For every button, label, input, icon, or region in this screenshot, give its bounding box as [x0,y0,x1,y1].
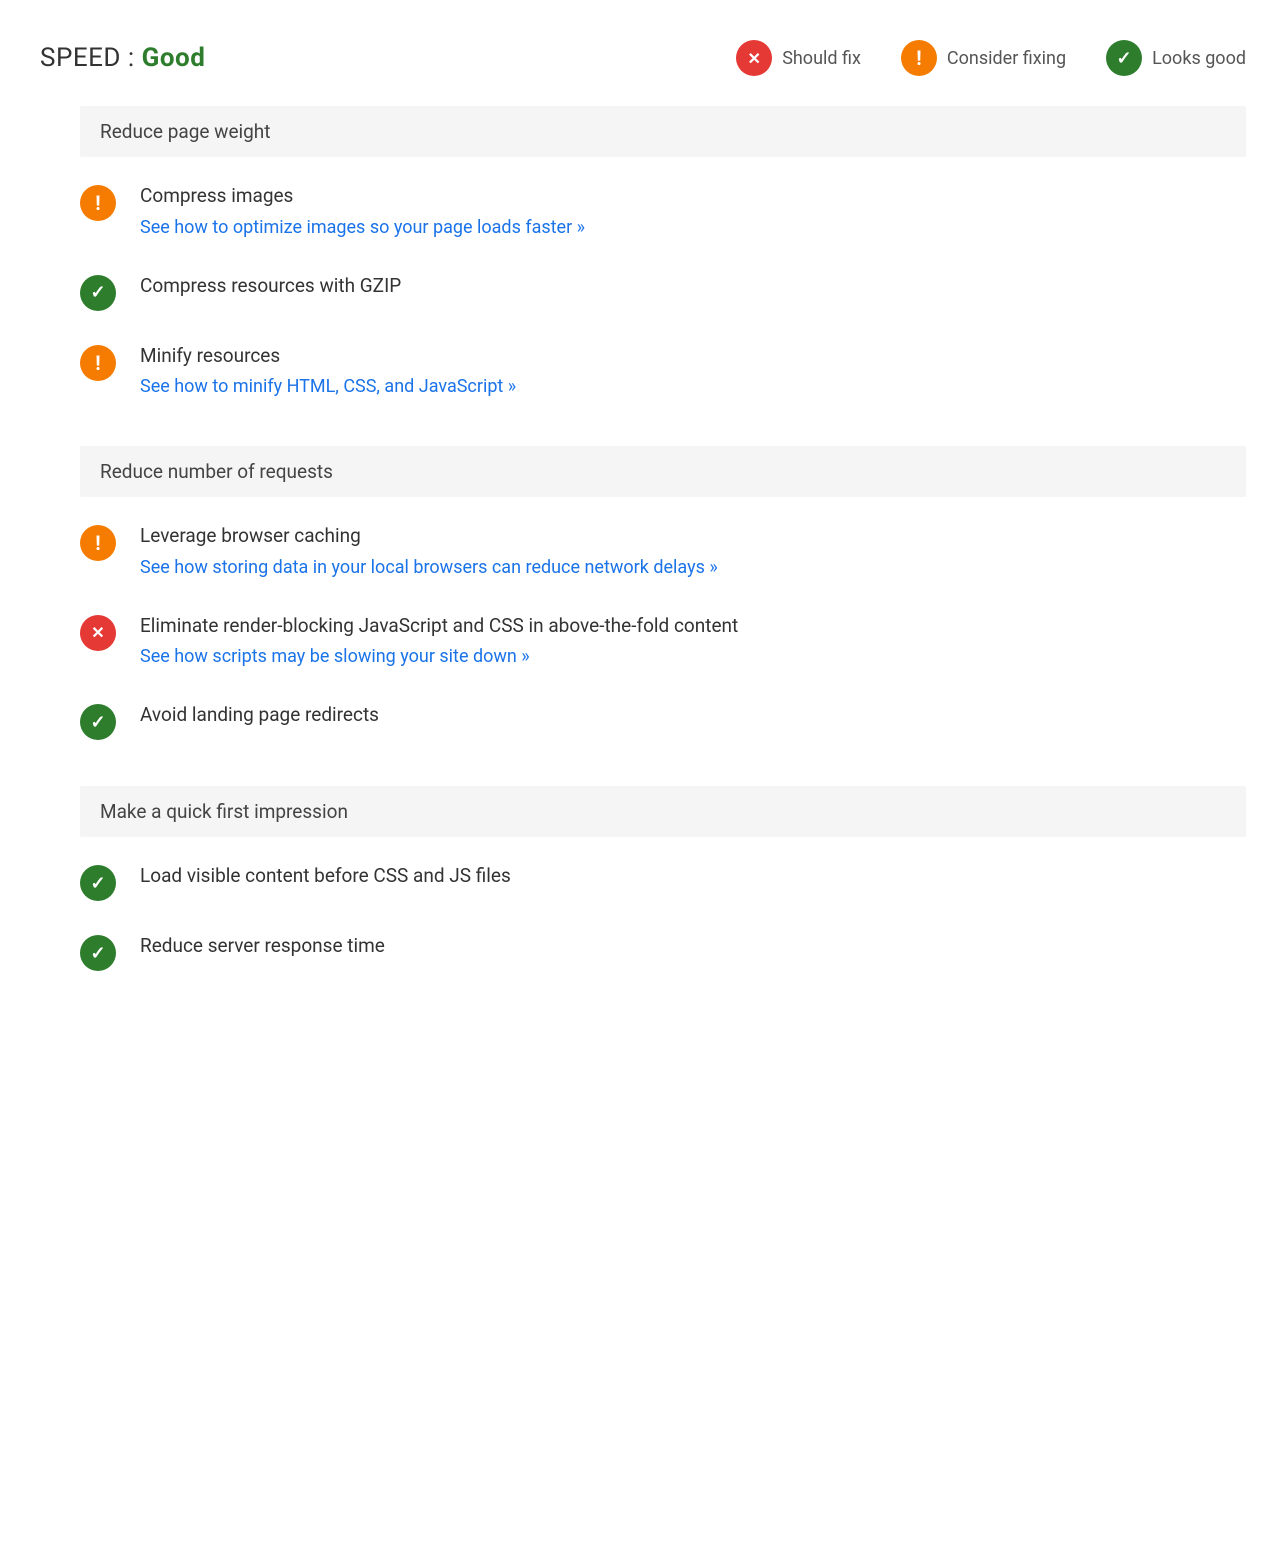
compress-gzip-content: Compress resources with GZIP [140,273,1246,304]
header: SPEED : Good Should fix Consider fixing … [40,20,1246,106]
looks-good-label: Looks good [1152,48,1246,69]
avoid-redirects-title: Avoid landing page redirects [140,702,1246,729]
eliminate-render-blocking-content: Eliminate render-blocking JavaScript and… [140,613,1246,671]
list-item: Minify resources See how to minify HTML,… [80,327,1246,417]
minify-resources-content: Minify resources See how to minify HTML,… [140,343,1246,401]
section-reduce-requests-header: Reduce number of requests [80,446,1246,497]
should-fix-label: Should fix [782,48,861,69]
speed-status: Good [142,43,206,73]
load-visible-content: Load visible content before CSS and JS f… [140,863,1246,894]
compress-images-link[interactable]: See how to optimize images so your page … [140,214,1246,241]
list-item: Leverage browser caching See how storing… [80,507,1246,597]
section-reduce-weight-header: Reduce page weight [80,106,1246,157]
section-quick-impression-header: Make a quick first impression [80,786,1246,837]
list-item: Load visible content before CSS and JS f… [80,847,1246,917]
section-reduce-weight-list: Compress images See how to optimize imag… [80,167,1246,416]
load-visible-title: Load visible content before CSS and JS f… [140,863,1246,890]
consider-fixing-label: Consider fixing [947,48,1066,69]
page-wrapper: SPEED : Good Should fix Consider fixing … [40,20,1246,987]
speed-text: SPEED : [40,43,142,73]
avoid-redirects-icon [80,704,116,740]
eliminate-render-blocking-link[interactable]: See how scripts may be slowing your site… [140,643,1246,670]
speed-label: SPEED : Good [40,43,205,73]
legend: Should fix Consider fixing Looks good [736,40,1246,76]
load-visible-icon [80,865,116,901]
avoid-redirects-content: Avoid landing page redirects [140,702,1246,733]
compress-images-content: Compress images See how to optimize imag… [140,183,1246,241]
main-content: Reduce page weight Compress images See h… [40,106,1246,987]
minify-resources-icon [80,345,116,381]
compress-gzip-icon [80,275,116,311]
leverage-caching-icon [80,525,116,561]
server-response-content: Reduce server response time [140,933,1246,964]
compress-gzip-title: Compress resources with GZIP [140,273,1246,300]
list-item: Avoid landing page redirects [80,686,1246,756]
compress-images-title: Compress images [140,183,1246,210]
minify-resources-title: Minify resources [140,343,1246,370]
compress-images-icon [80,185,116,221]
legend-looks-good: Looks good [1106,40,1246,76]
leverage-caching-title: Leverage browser caching [140,523,1246,550]
list-item: Compress resources with GZIP [80,257,1246,327]
legend-should-fix: Should fix [736,40,861,76]
looks-good-icon [1106,40,1142,76]
consider-fixing-icon [901,40,937,76]
list-item: Compress images See how to optimize imag… [80,167,1246,257]
should-fix-icon [736,40,772,76]
eliminate-render-blocking-title: Eliminate render-blocking JavaScript and… [140,613,1246,640]
list-item: Reduce server response time [80,917,1246,987]
section-reduce-requests-list: Leverage browser caching See how storing… [80,507,1246,756]
server-response-icon [80,935,116,971]
section-quick-impression-list: Load visible content before CSS and JS f… [80,847,1246,987]
leverage-caching-link[interactable]: See how storing data in your local brows… [140,554,1246,581]
server-response-title: Reduce server response time [140,933,1246,960]
legend-consider-fixing: Consider fixing [901,40,1066,76]
leverage-caching-content: Leverage browser caching See how storing… [140,523,1246,581]
minify-resources-link[interactable]: See how to minify HTML, CSS, and JavaScr… [140,373,1246,400]
list-item: Eliminate render-blocking JavaScript and… [80,597,1246,687]
eliminate-render-blocking-icon [80,615,116,651]
